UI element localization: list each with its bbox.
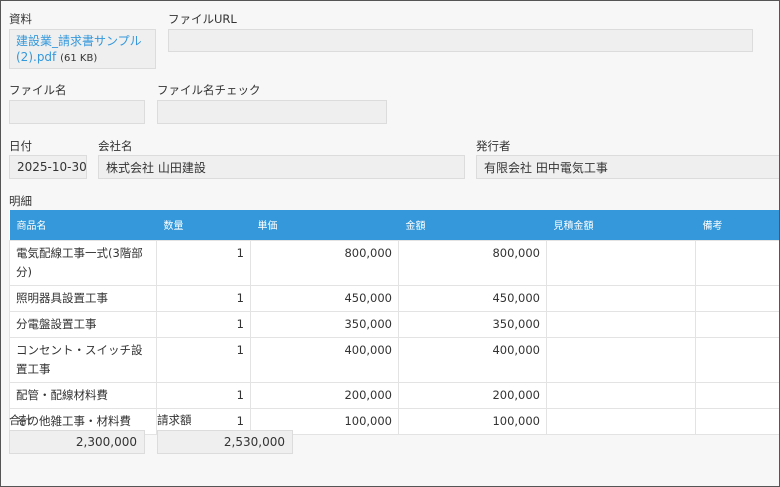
cell-notes [695,310,779,338]
cell-amount: 350,000 [398,310,547,338]
details-table-header: 商品名 数量 単価 金額 見積金額 備考 [9,210,779,240]
table-row: 照明器具設置工事 1 450,000 450,000 [9,284,779,312]
cell-quantity: 1 [156,336,251,383]
total-label: 合計 [9,413,32,427]
cell-unit-price: 400,000 [250,336,399,383]
cell-estimate [546,310,696,338]
cell-unit-price: 450,000 [250,284,399,312]
attachment-label: 資料 [9,12,32,26]
cell-unit-price: 200,000 [250,381,399,409]
cell-amount: 450,000 [398,284,547,312]
cell-amount: 100,000 [398,407,547,435]
cell-quantity: 1 [156,310,251,338]
cell-amount: 400,000 [398,336,547,383]
file-url-label: ファイルURL [168,12,237,26]
cell-quantity: 1 [156,239,251,286]
cell-product: 分電盤設置工事 [9,310,157,338]
cell-estimate [546,284,696,312]
cell-unit-price: 800,000 [250,239,399,286]
company-field: 株式会社 山田建設 [98,155,465,179]
table-row: 分電盤設置工事 1 350,000 350,000 [9,310,779,338]
cell-quantity: 1 [156,284,251,312]
file-name-check-label: ファイル名チェック [157,83,261,97]
attachment-file-size: (61 KB) [60,53,98,64]
column-header-unit-price: 単価 [250,210,399,240]
cell-amount: 200,000 [398,381,547,409]
cell-estimate [546,381,696,409]
column-header-product: 商品名 [9,210,157,240]
file-url-field [168,29,753,52]
cell-notes [695,336,779,383]
issuer-field: 有限会社 田中電気工事 [476,155,779,179]
record-form: 資料 建設業_請求書サンプル(2).pdf (61 KB) ファイルURL ファ… [0,0,780,487]
cell-notes [695,381,779,409]
cell-notes [695,239,779,286]
cell-product: 照明器具設置工事 [9,284,157,312]
table-row: コンセント・スイッチ設置工事 1 400,000 400,000 [9,336,779,383]
column-header-amount: 金額 [398,210,547,240]
cell-estimate [546,336,696,383]
table-row: 配管・配線材料費 1 200,000 200,000 [9,381,779,409]
cell-product: コンセント・スイッチ設置工事 [9,336,157,383]
cell-product: 電気配線工事一式(3階部分) [9,239,157,286]
date-field: 2025-10-30 [9,155,87,179]
billed-amount-field: 2,530,000 [157,430,293,454]
attachment-field: 建設業_請求書サンプル(2).pdf (61 KB) [9,29,156,69]
billed-amount-label: 請求額 [157,413,192,427]
cell-amount: 800,000 [398,239,547,286]
column-header-notes: 備考 [695,210,779,240]
company-label: 会社名 [98,139,133,153]
details-label: 明細 [9,194,32,208]
date-label: 日付 [9,139,32,153]
issuer-label: 発行者 [476,139,511,153]
file-name-field [9,100,145,124]
cell-quantity: 1 [156,381,251,409]
cell-notes [695,284,779,312]
cell-unit-price: 350,000 [250,310,399,338]
cell-estimate [546,239,696,286]
cell-notes [695,407,779,435]
column-header-estimate: 見積金額 [546,210,696,240]
details-table: 商品名 数量 単価 金額 見積金額 備考 電気配線工事一式(3階部分) 1 80… [9,210,779,435]
column-header-quantity: 数量 [156,210,251,240]
cell-product: 配管・配線材料費 [9,381,157,409]
cell-estimate [546,407,696,435]
table-row: 電気配線工事一式(3階部分) 1 800,000 800,000 [9,239,779,286]
total-field: 2,300,000 [9,430,145,454]
file-name-check-field [157,100,387,124]
file-name-label: ファイル名 [9,83,67,97]
